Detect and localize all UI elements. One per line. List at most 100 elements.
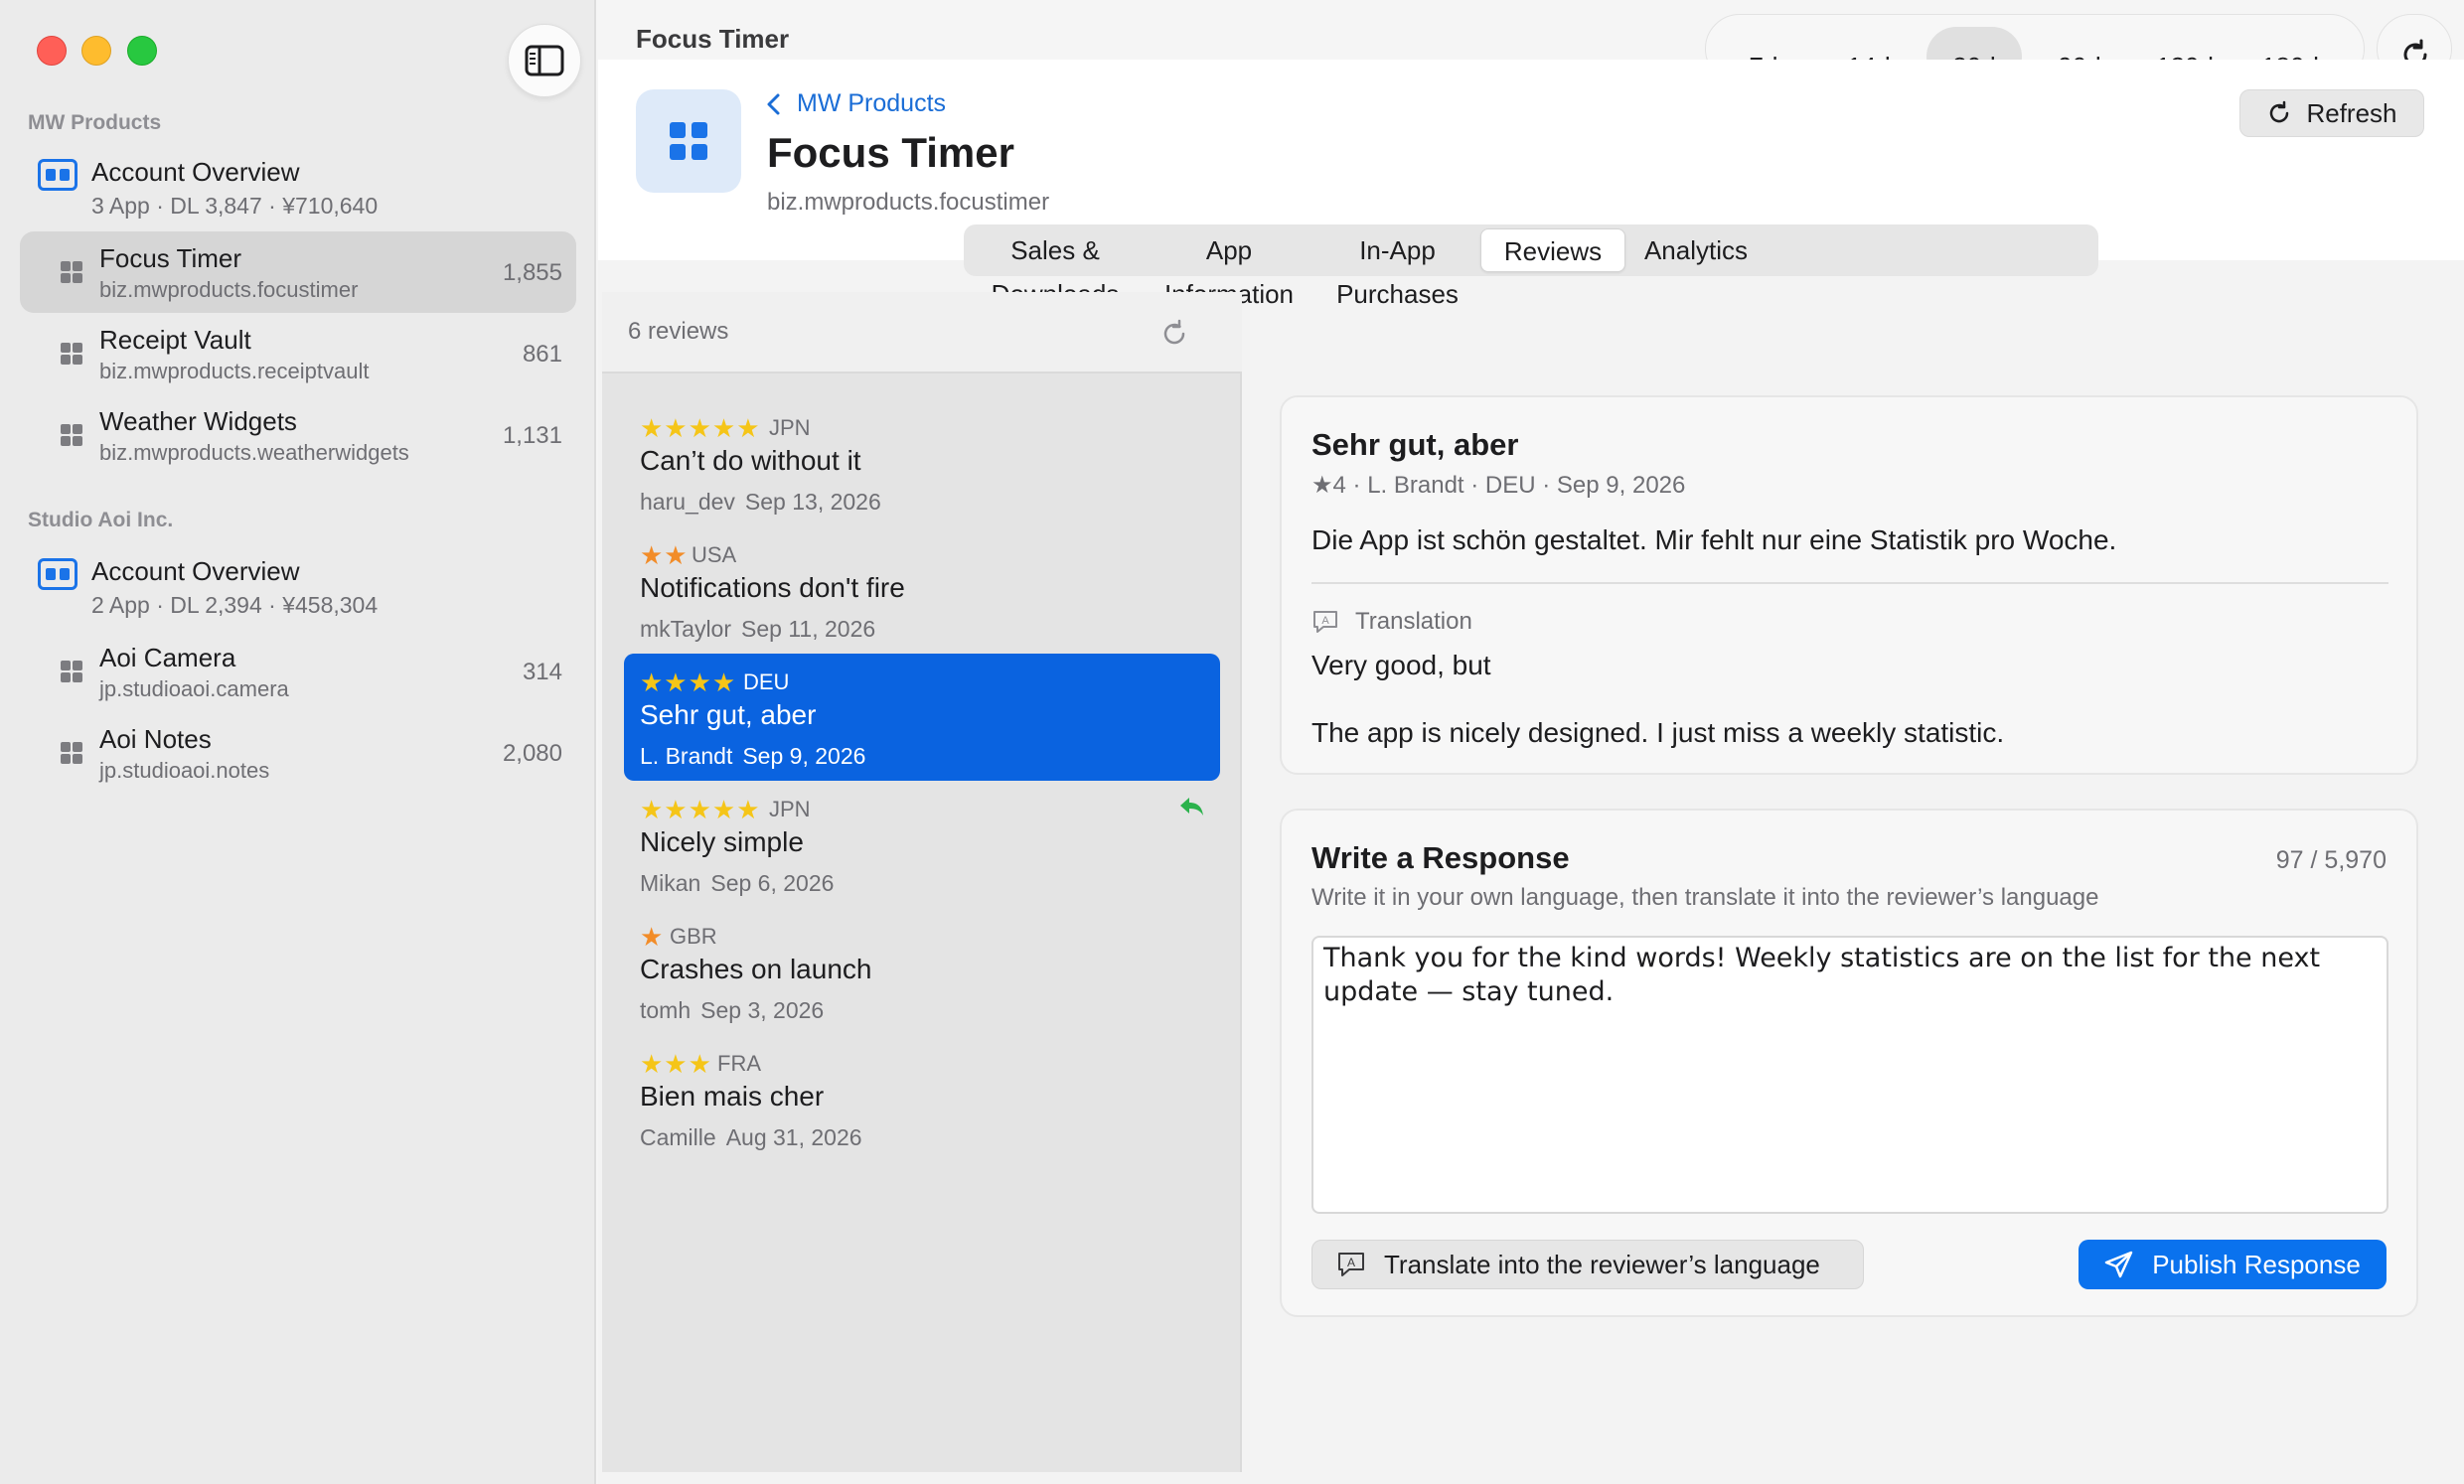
star-rating: ★★★★★ <box>640 413 761 443</box>
review-meta: L. Brandt Sep 9, 2026 <box>640 743 875 770</box>
review-date: Sep 13, 2026 <box>744 489 881 515</box>
app-name: Aoi Camera <box>99 643 236 672</box>
tab-reviews[interactable]: Reviews <box>1480 228 1625 272</box>
main-area: Focus Timer 7d 14d 30d 90d 120d 180d MW … <box>598 0 2464 1484</box>
review-country: JPN <box>769 415 811 440</box>
review-row[interactable]: ★★★★★ JPN Nicely simple Mikan Sep 6, 2026 <box>624 781 1220 908</box>
review-meta: tomh Sep 3, 2026 <box>640 997 834 1024</box>
sidebar-app-item[interactable]: Receipt Vault biz.mwproducts.receiptvaul… <box>20 313 576 394</box>
review-title: Nicely simple <box>640 826 804 857</box>
tab-in-app-purchases[interactable]: In-App Purchases <box>1315 228 1479 309</box>
sidebar-section-header: MW Products <box>28 111 162 134</box>
close-window-button[interactable] <box>37 36 67 66</box>
page-title: Focus Timer <box>767 129 1014 176</box>
app-grid-icon <box>61 742 82 764</box>
sidebar-section-header: Studio Aoi Inc. <box>28 509 174 531</box>
sidebar-toggle-icon <box>525 45 564 76</box>
review-country: GBR <box>670 924 717 949</box>
reload-icon[interactable] <box>1158 318 1190 350</box>
tab-app-information[interactable]: App Information <box>1147 228 1311 309</box>
app-window: MW Products Account Overview 3 App · DL … <box>0 0 2464 1484</box>
star-rating: ★ <box>640 922 665 952</box>
character-count: 97 / 5,970 <box>2275 846 2387 874</box>
content-panel: MW Products Focus Timer biz.mwproducts.f… <box>598 60 2464 1484</box>
translate-icon: A <box>1313 611 1337 633</box>
app-icon <box>636 89 741 193</box>
review-date: Sep 9, 2026 <box>742 743 866 769</box>
tab-sales-downloads[interactable]: Sales & Downloads <box>968 228 1143 309</box>
tab-bar: Sales & Downloads App Information In-App… <box>964 224 2098 309</box>
account-card-icon <box>38 159 77 191</box>
zoom-window-button[interactable] <box>127 36 157 66</box>
review-author: Mikan <box>640 870 701 896</box>
review-date: Aug 31, 2026 <box>725 1124 862 1150</box>
review-country: JPN <box>769 797 811 821</box>
review-country: USA <box>692 542 737 567</box>
sidebar-account-overview[interactable]: Account Overview 2 App · DL 2,394 · ¥458… <box>20 550 576 630</box>
translate-button-label: Translate into the reviewer’s language <box>1384 1249 1820 1279</box>
sidebar: MW Products Account Overview 3 App · DL … <box>0 0 596 1484</box>
review-title: Can’t do without it <box>640 445 861 476</box>
response-hint: Write it in your own language, then tran… <box>1311 884 2099 911</box>
review-title: Crashes on launch <box>640 954 872 984</box>
app-name: Receipt Vault <box>99 325 251 355</box>
overview-title: Account Overview <box>91 556 300 586</box>
translation-title: Very good, but <box>1311 650 1491 680</box>
window-title: Focus Timer <box>636 24 790 54</box>
app-name: Aoi Notes <box>99 724 212 754</box>
app-count: 1,855 <box>502 259 562 286</box>
send-icon <box>2104 1251 2133 1278</box>
sidebar-app-item[interactable]: Focus Timer biz.mwproducts.focustimer 1,… <box>20 231 576 313</box>
app-name: Focus Timer <box>99 243 242 273</box>
review-date: Sep 11, 2026 <box>741 616 876 642</box>
response-textarea[interactable]: Thank you for the kind words! Weekly sta… <box>1311 936 2388 1214</box>
app-bundle-id: biz.mwproducts.focustimer <box>99 277 359 302</box>
app-bundle-id: biz.mwproducts.weatherwidgets <box>99 440 409 465</box>
divider <box>1311 582 2388 584</box>
sidebar-account-overview[interactable]: Account Overview 3 App · DL 3,847 · ¥710… <box>20 151 576 230</box>
review-row-selected[interactable]: ★★★★ DEU Sehr gut, aber L. Brandt Sep 9, … <box>624 654 1220 781</box>
review-detail-card: Sehr gut, aber ★4 · L. Brandt · DEU · Se… <box>1280 395 2418 775</box>
review-author: mkTaylor <box>640 616 732 642</box>
review-author: tomh <box>640 997 692 1023</box>
overview-subtitle: 2 App · DL 2,394 · ¥458,304 <box>91 592 379 618</box>
review-count: 6 reviews <box>628 318 729 345</box>
app-grid-icon <box>61 261 82 283</box>
back-link[interactable]: MW Products <box>765 89 946 118</box>
review-row[interactable]: ★ GBR Crashes on launch tomh Sep 3, 2026 <box>624 908 1220 1035</box>
sidebar-toggle-button[interactable] <box>508 24 581 97</box>
sidebar-app-item[interactable]: Aoi Camera jp.studioaoi.camera 314 <box>20 631 576 712</box>
review-date: Sep 3, 2026 <box>700 997 825 1023</box>
review-row[interactable]: ★★ USA Notifications don't fire mkTaylor… <box>624 526 1220 654</box>
translate-icon: A <box>1338 1253 1364 1276</box>
translate-button[interactable]: A Translate into the reviewer’s language <box>1311 1240 1864 1289</box>
account-card-icon <box>38 558 77 590</box>
review-row[interactable]: ★★★ FRA Bien mais cher Camille Aug 31, 20… <box>624 1035 1220 1162</box>
response-card: Write a Response 97 / 5,970 Write it in … <box>1280 809 2418 1317</box>
review-row[interactable]: ★★★★★ JPN Can’t do without it haru_dev Se… <box>624 399 1220 526</box>
app-count: 2,080 <box>502 740 562 767</box>
review-author: haru_dev <box>640 489 735 515</box>
back-link-label: MW Products <box>797 89 947 117</box>
refresh-button[interactable]: Refresh <box>2239 89 2424 137</box>
chevron-left-icon <box>767 93 780 114</box>
app-grid-icon <box>61 343 82 365</box>
review-country: FRA <box>717 1051 761 1076</box>
tab-analytics[interactable]: Analytics <box>1631 228 1761 272</box>
review-list: 6 reviews ★★★★★ JPN Can’t do without it … <box>602 292 1242 1472</box>
sidebar-app-item[interactable]: Aoi Notes jp.studioaoi.notes 2,080 <box>20 712 576 794</box>
sidebar-app-item[interactable]: Weather Widgets biz.mwproducts.weatherwi… <box>20 394 576 476</box>
app-name: Weather Widgets <box>99 406 297 436</box>
publish-response-button[interactable]: Publish Response <box>2079 1240 2387 1289</box>
tab-content: Sales & Downloads App Information In-App… <box>598 224 2464 1484</box>
review-author: L. Brandt <box>640 743 733 769</box>
overview-title: Account Overview <box>91 157 300 187</box>
app-count: 1,131 <box>502 422 562 449</box>
refresh-icon <box>2270 100 2289 123</box>
translation-label: A Translation <box>1311 608 1472 636</box>
translation-label-text: Translation <box>1355 608 1472 635</box>
bundle-id: biz.mwproducts.focustimer <box>767 189 1050 216</box>
overview-subtitle: 3 App · DL 3,847 · ¥710,640 <box>91 193 379 219</box>
review-detail-body: Die App ist schön gestaltet. Mir fehlt n… <box>1311 524 2117 555</box>
minimize-window-button[interactable] <box>81 36 111 66</box>
